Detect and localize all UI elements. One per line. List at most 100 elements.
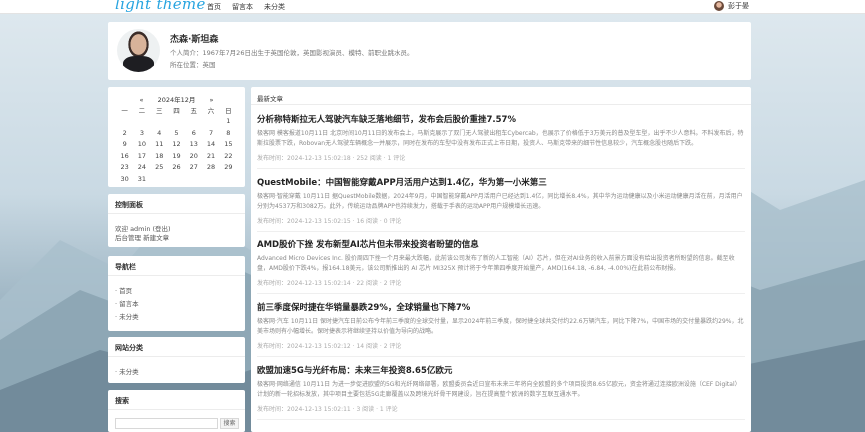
divider <box>251 104 751 105</box>
divider <box>257 356 745 357</box>
calendar-day[interactable]: 18 <box>151 152 168 160</box>
navbar-item-guestbook[interactable]: · 留言本 <box>115 298 139 308</box>
article-summary: Advanced Micro Devices Inc. 股价周四下挫一个月来最大… <box>257 255 735 272</box>
calendar-week-row: 16 17 18 19 20 21 22 <box>116 150 237 162</box>
calendar-day[interactable]: 14 <box>202 140 219 148</box>
article-summary: 极客网 模客报道10月11日 北京时间10月11日的发布会上，马斯克展示了双门无… <box>257 130 744 147</box>
profile-card: 杰森·斯坦森 个人简介：1967年7月26日出生于英国伦敦，英国影视演员、模特、… <box>108 22 751 80</box>
navbar-title: 导航栏 <box>115 263 136 271</box>
calendar-day[interactable]: 2 <box>116 129 133 137</box>
calendar-day[interactable]: 12 <box>168 140 185 148</box>
calendar-week-row: 23 24 25 26 27 28 29 <box>116 162 237 174</box>
profile-name: 杰森·斯坦森 <box>170 35 219 45</box>
latest-articles-title: 最新文章 <box>257 95 283 103</box>
weekday-label: 三 <box>155 106 163 115</box>
calendar-day[interactable]: 27 <box>185 163 202 171</box>
calendar-next-button[interactable]: » <box>209 96 213 104</box>
weekday-label: 五 <box>190 106 198 115</box>
divider <box>257 168 745 169</box>
calendar-day[interactable]: 23 <box>116 163 133 171</box>
nav-item-uncategorized[interactable]: 未分类 <box>264 2 285 12</box>
calendar-day[interactable]: 21 <box>202 152 219 160</box>
control-panel-title: 控制面板 <box>115 201 143 209</box>
calendar-month: 2024年12月 <box>157 96 196 104</box>
weekday-label: 六 <box>207 106 215 115</box>
calendar-day[interactable]: 5 <box>168 129 185 137</box>
calendar-weekday-row: 一 二 三 四 五 六 日 <box>116 104 237 116</box>
article-item: 前三季度保时捷在华销量暴跌29%，全球销量也下降7% 极客网·汽车 10月11日 … <box>257 301 745 357</box>
category-item-uncategorized[interactable]: · 未分类 <box>115 366 139 376</box>
user-avatar <box>714 1 724 11</box>
profile-avatar <box>117 29 160 72</box>
control-panel: 控制面板 欢迎 admin (登出) 后台管理 新建文章 <box>108 194 245 247</box>
calendar-day[interactable]: 15 <box>220 140 237 148</box>
calendar-prev-button[interactable]: « <box>140 96 144 104</box>
profile-bio: 个人简介：1967年7月26日出生于英国伦敦，英国影视演员、模特、前职业跳水员。 <box>170 49 414 57</box>
main-nav: 首页 留言本 未分类 <box>207 2 285 12</box>
divider <box>108 356 245 357</box>
calendar-day[interactable]: 1 <box>220 117 237 125</box>
calendar-day[interactable]: 8 <box>220 129 237 137</box>
calendar-day[interactable]: 4 <box>151 129 168 137</box>
user-name: 彭于晏 <box>728 2 749 10</box>
article-item: QuestMobile：中国智能穿戴APP月活用户达到1.4亿，华为第一小米第三… <box>257 176 745 232</box>
weekday-label: 日 <box>225 106 232 115</box>
weekday-label: 二 <box>138 106 146 115</box>
calendar-day[interactable]: 6 <box>185 129 202 137</box>
article-title[interactable]: 分析称特斯拉无人驾驶汽车缺乏落地细节，发布会后股价重挫7.57% <box>257 113 745 125</box>
article-item: 分析称特斯拉无人驾驶汽车缺乏落地细节，发布会后股价重挫7.57% 极客网 模客报道… <box>257 113 745 169</box>
calendar-day[interactable]: 3 <box>133 129 150 137</box>
calendar-day[interactable]: 19 <box>168 152 185 160</box>
calendar-day[interactable]: 26 <box>168 163 185 171</box>
calendar-week-row: 9 10 11 12 13 14 15 <box>116 139 237 151</box>
article-meta: 发布时间：2024-12-13 15:02:14 · 22 阅读 · 2 评论 <box>257 280 402 287</box>
calendar-day[interactable]: 13 <box>185 140 202 148</box>
article-title[interactable]: 欧盟加速5G与光纤布局：未来三年投资8.65亿欧元 <box>257 364 745 376</box>
calendar-day[interactable]: 16 <box>116 152 133 160</box>
calendar-header: « 2024年12月 » <box>108 94 245 104</box>
search-title: 搜索 <box>115 397 129 405</box>
divider <box>257 293 745 294</box>
calendar-day[interactable]: 31 <box>133 175 150 183</box>
article-item: AMD股价下挫 发布新型AI芯片但未带来投资者盼望的信息 Advanced Mic… <box>257 238 745 294</box>
navbar-item-uncategorized[interactable]: · 未分类 <box>115 311 139 321</box>
article-title[interactable]: AMD股价下挫 发布新型AI芯片但未带来投资者盼望的信息 <box>257 238 745 250</box>
calendar-grid: 一 二 三 四 五 六 日 1 2 3 4 5 6 7 8 9 10 11 12 13 14 15 16 17 1… <box>116 104 237 185</box>
divider <box>257 419 745 420</box>
calendar-day[interactable]: 9 <box>116 140 133 148</box>
search-input[interactable] <box>115 418 218 429</box>
calendar-day[interactable]: 22 <box>220 152 237 160</box>
calendar-day[interactable]: 28 <box>202 163 219 171</box>
calendar-week-row: 30 31 <box>116 173 237 185</box>
nav-item-home[interactable]: 首页 <box>207 2 221 12</box>
article-summary: 极客网·智能穿戴 10月11日 据QuestMobile数据，2024年9月，中… <box>257 193 743 210</box>
article-title[interactable]: 前三季度保时捷在华销量暴跌29%，全球销量也下降7% <box>257 301 745 313</box>
site-logo[interactable]: light theme <box>115 0 206 13</box>
nav-item-guestbook[interactable]: 留言本 <box>232 2 253 12</box>
article-item: 欧盟加速5G与光纤布局：未来三年投资8.65亿欧元 极客网·网络通信 10月11日… <box>257 364 745 420</box>
navbar-widget: 导航栏 · 首页 · 留言本 · 未分类 <box>108 256 245 331</box>
calendar-day[interactable]: 20 <box>185 152 202 160</box>
calendar-day[interactable]: 30 <box>116 175 133 183</box>
calendar-day[interactable]: 29 <box>220 163 237 171</box>
calendar-day[interactable]: 25 <box>151 163 168 171</box>
latest-articles-panel: 最新文章 分析称特斯拉无人驾驶汽车缺乏落地细节，发布会后股价重挫7.57% 极客网… <box>251 87 751 432</box>
divider <box>108 275 245 276</box>
weekday-label: 四 <box>173 106 180 115</box>
search-button[interactable]: 搜索 <box>220 418 239 429</box>
profile-location: 所在位置：英国 <box>170 61 216 69</box>
calendar-day[interactable]: 24 <box>133 163 150 171</box>
divider <box>257 231 745 232</box>
user-menu[interactable]: 彭于晏 <box>714 1 749 11</box>
article-meta: 发布时间：2024-12-13 15:02:11 · 3 阅读 · 1 评论 <box>257 406 398 413</box>
calendar-week-row: 1 <box>116 116 237 128</box>
calendar-day[interactable]: 17 <box>133 152 150 160</box>
admin-links[interactable]: 后台管理 新建文章 <box>115 232 169 242</box>
article-meta: 发布时间：2024-12-13 15:02:18 · 252 阅读 · 1 评论 <box>257 155 406 162</box>
article-title[interactable]: QuestMobile：中国智能穿戴APP月活用户达到1.4亿，华为第一小米第三 <box>257 176 745 188</box>
calendar-day[interactable]: 11 <box>151 140 168 148</box>
navbar-item-home[interactable]: · 首页 <box>115 285 132 295</box>
article-summary: 极客网·汽车 10月11日 保时捷汽车日前公布今年前三季度的全球交付量，显示20… <box>257 318 744 335</box>
calendar-day[interactable]: 10 <box>133 140 150 148</box>
calendar-day[interactable]: 7 <box>202 129 219 137</box>
